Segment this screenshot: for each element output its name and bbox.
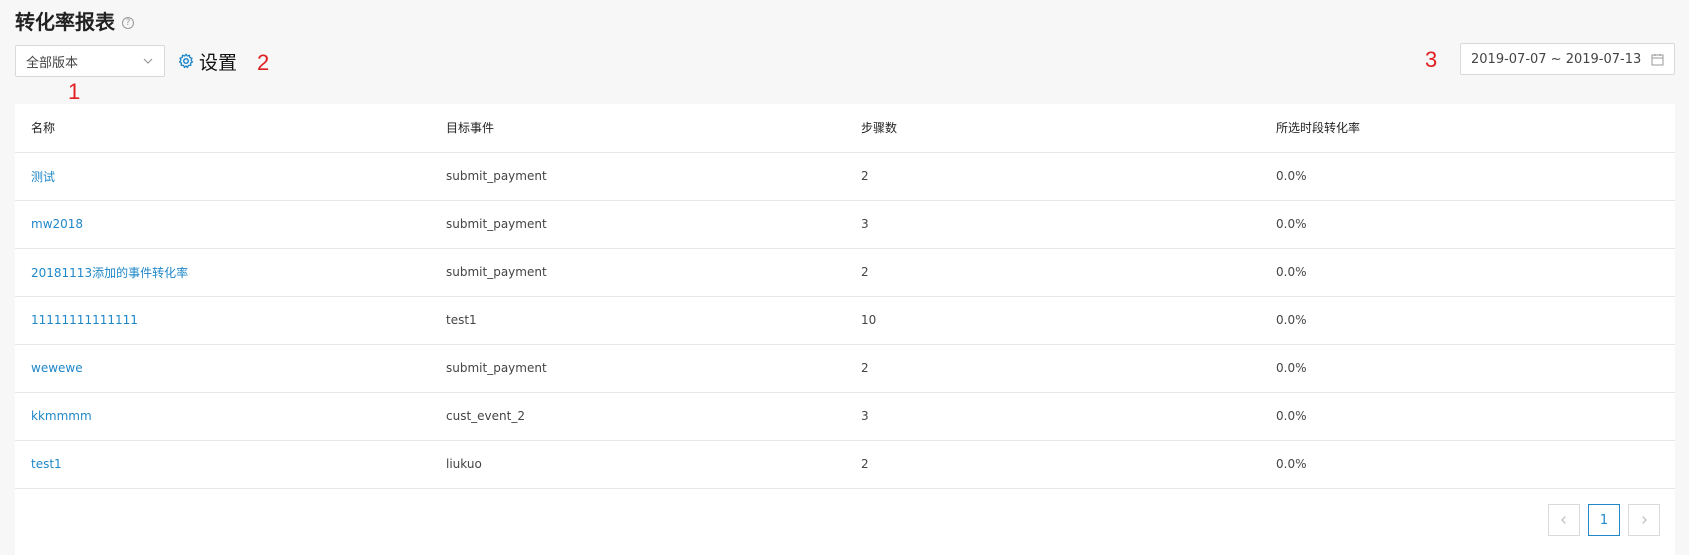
- cell-steps: 2: [845, 344, 1260, 393]
- table-row: wewewe submit_payment 2 0.0%: [15, 344, 1675, 393]
- cell-event: submit_payment: [430, 152, 845, 201]
- page-title: 转化率报表: [15, 10, 115, 34]
- cell-steps: 2: [845, 440, 1260, 489]
- column-header-event: 目标事件: [430, 104, 845, 153]
- column-header-steps: 步骤数: [845, 104, 1260, 153]
- cell-rate: 0.0%: [1260, 440, 1675, 489]
- cell-name: wewewe: [15, 344, 430, 393]
- table-row: 11111111111111 test1 10 0.0%: [15, 296, 1675, 345]
- cell-steps: 2: [845, 248, 1260, 297]
- date-range-picker[interactable]: 2019-07-07 ~ 2019-07-13: [1460, 43, 1675, 75]
- cell-name: mw2018: [15, 200, 430, 249]
- cell-event: submit_payment: [430, 248, 845, 297]
- column-header-rate: 所选时段转化率: [1260, 104, 1675, 153]
- next-page-button[interactable]: [1628, 504, 1660, 536]
- chevron-down-icon: [143, 58, 153, 64]
- help-icon[interactable]: ?: [122, 17, 134, 29]
- prev-page-button[interactable]: [1548, 504, 1580, 536]
- page-button-current[interactable]: 1: [1588, 504, 1620, 536]
- date-range-value: 2019-07-07 ~ 2019-07-13: [1471, 51, 1642, 67]
- column-header-name: 名称: [15, 104, 430, 153]
- pagination: 1: [1548, 504, 1660, 536]
- settings-label: 设置: [199, 51, 238, 74]
- chevron-right-icon: [1642, 516, 1647, 524]
- cell-name: 测试: [15, 152, 430, 201]
- annotation-1: 1: [68, 79, 81, 104]
- table-row: kkmmmm cust_event_2 3 0.0%: [15, 392, 1675, 441]
- cell-event: submit_payment: [430, 344, 845, 393]
- cell-steps: 2: [845, 152, 1260, 201]
- report-table-card: 名称 目标事件 步骤数 所选时段转化率 测试 submit_payment 2 …: [15, 104, 1675, 555]
- cell-steps: 3: [845, 200, 1260, 249]
- report-name-link[interactable]: test1: [31, 457, 62, 471]
- cell-name: 11111111111111: [15, 296, 430, 345]
- cell-name: test1: [15, 440, 430, 489]
- cell-name: kkmmmm: [15, 392, 430, 441]
- cell-steps: 3: [845, 392, 1260, 441]
- table-row: 测试 submit_payment 2 0.0%: [15, 152, 1675, 201]
- report-name-link[interactable]: 20181113添加的事件转化率: [31, 266, 188, 280]
- table-row: 20181113添加的事件转化率 submit_payment 2 0.0%: [15, 248, 1675, 297]
- cell-rate: 0.0%: [1260, 248, 1675, 297]
- cell-event: test1: [430, 296, 845, 345]
- report-name-link[interactable]: wewewe: [31, 361, 83, 375]
- version-select[interactable]: 全部版本: [15, 45, 165, 77]
- report-name-link[interactable]: mw2018: [31, 217, 83, 231]
- calendar-icon: [1651, 53, 1664, 65]
- report-table: 名称 目标事件 步骤数 所选时段转化率 测试 submit_payment 2 …: [15, 104, 1675, 489]
- annotation-3: 3: [1425, 47, 1438, 72]
- settings-button[interactable]: 设置: [178, 47, 237, 75]
- conversion-report-page: 转化率报表 ? 全部版本 设置 1 2 3 2019-07-07 ~ 2019-…: [0, 0, 1689, 555]
- cell-event: cust_event_2: [430, 392, 845, 441]
- version-select-value: 全部版本: [26, 55, 79, 71]
- annotation-2: 2: [257, 50, 270, 75]
- cell-event: submit_payment: [430, 200, 845, 249]
- report-name-link[interactable]: kkmmmm: [31, 409, 92, 423]
- report-name-link[interactable]: 11111111111111: [31, 313, 138, 327]
- table-row: mw2018 submit_payment 3 0.0%: [15, 200, 1675, 249]
- table-row: test1 liukuo 2 0.0%: [15, 440, 1675, 489]
- title-row: 转化率报表 ?: [15, 8, 134, 36]
- cell-rate: 0.0%: [1260, 344, 1675, 393]
- cell-rate: 0.0%: [1260, 200, 1675, 249]
- cell-rate: 0.0%: [1260, 392, 1675, 441]
- cell-rate: 0.0%: [1260, 296, 1675, 345]
- cell-name: 20181113添加的事件转化率: [15, 248, 430, 297]
- gear-icon: [178, 53, 194, 69]
- cell-event: liukuo: [430, 440, 845, 489]
- cell-steps: 10: [845, 296, 1260, 345]
- table-header-row: 名称 目标事件 步骤数 所选时段转化率: [15, 104, 1675, 153]
- report-name-link[interactable]: 测试: [31, 170, 55, 184]
- cell-rate: 0.0%: [1260, 152, 1675, 201]
- chevron-left-icon: [1561, 516, 1566, 524]
